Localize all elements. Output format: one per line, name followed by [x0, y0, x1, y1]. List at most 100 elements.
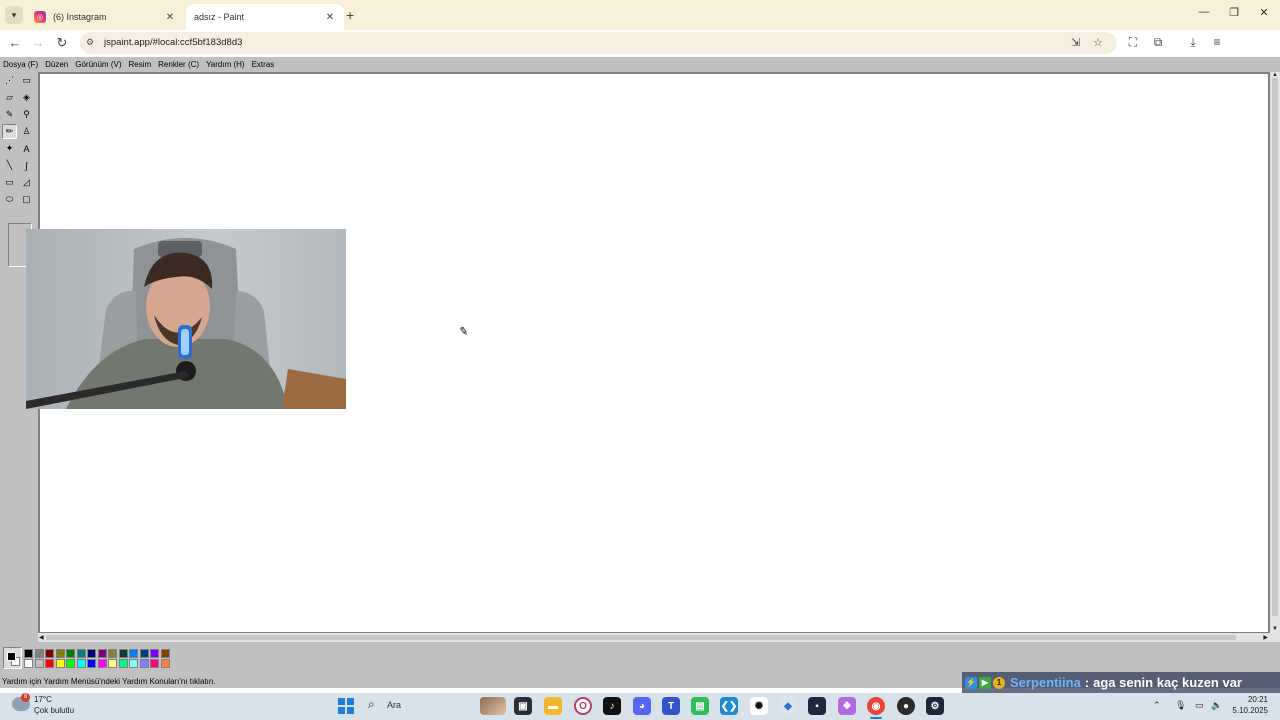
discord-icon[interactable]: ◕: [633, 697, 651, 715]
teams-icon[interactable]: T: [662, 697, 680, 715]
steam-icon[interactable]: ⚙: [926, 697, 944, 715]
install-app-icon[interactable]: ⇲: [1071, 36, 1080, 49]
chrome-icon[interactable]: ◉: [867, 697, 885, 715]
back-icon[interactable]: ←: [7, 36, 23, 50]
tab-search-chevron-icon[interactable]: ▾: [5, 6, 23, 24]
url-text[interactable]: jspaint.app/#local:ccf5bf183d8d3: [104, 37, 242, 48]
palette-color-swatch[interactable]: [76, 659, 86, 668]
taskbar-search[interactable]: Ara: [387, 700, 401, 710]
close-tab-icon[interactable]: ✕: [324, 12, 336, 23]
tool-fill-icon[interactable]: ◈: [19, 90, 34, 105]
menu-file[interactable]: Dosya (F): [3, 60, 38, 69]
chatgpt-icon[interactable]: ✺: [750, 697, 768, 715]
tool-rectangle-icon[interactable]: ▭: [2, 175, 17, 190]
palette-color-swatch[interactable]: [97, 659, 107, 668]
new-tab-button[interactable]: +: [346, 7, 354, 23]
palette-color-swatch[interactable]: [150, 649, 159, 658]
palette-color-swatch[interactable]: [108, 659, 117, 668]
terminal-icon[interactable]: ▪: [808, 697, 826, 715]
windows-start-icon[interactable]: [338, 698, 354, 714]
palette-color-swatch[interactable]: [97, 649, 107, 658]
menu-view[interactable]: Görünüm (V): [75, 60, 121, 69]
palette-color-swatch[interactable]: [118, 659, 128, 668]
palette-color-swatch[interactable]: [34, 659, 44, 668]
scroll-down-icon[interactable]: ▼: [1272, 626, 1278, 632]
restore-icon[interactable]: ❐: [1227, 6, 1241, 19]
palette-color-swatch[interactable]: [160, 659, 170, 668]
tool-pencil-icon[interactable]: ✏: [2, 124, 17, 139]
palette-color-swatch[interactable]: [139, 659, 149, 668]
search-icon[interactable]: ⌕: [368, 697, 375, 712]
cursor-app-icon[interactable]: ◆: [779, 697, 797, 715]
extensions-icon[interactable]: ⧉: [1150, 35, 1166, 50]
tool-airbrush-icon[interactable]: ✦: [2, 141, 17, 156]
reload-icon[interactable]: ↻: [54, 36, 70, 50]
vscode-icon[interactable]: ❮❯: [720, 697, 738, 715]
palette-color-swatch[interactable]: [129, 659, 138, 668]
media-icon[interactable]: ⛶: [1125, 35, 1141, 50]
tool-polygon-icon[interactable]: ◿: [19, 175, 34, 190]
clock-time[interactable]: 20:21: [1240, 695, 1268, 704]
palette-color-swatch[interactable]: [118, 649, 128, 658]
display-icon[interactable]: ▭: [1195, 700, 1204, 711]
bookmark-star-icon[interactable]: ☆: [1093, 36, 1103, 49]
close-window-icon[interactable]: ✕: [1257, 6, 1271, 19]
palette-color-swatch[interactable]: [150, 659, 159, 668]
palette-color-swatch[interactable]: [129, 649, 138, 658]
download-icon[interactable]: ⤓: [1185, 35, 1201, 50]
tool-select-icon[interactable]: ▭: [19, 73, 34, 88]
search-highlight-icon[interactable]: [480, 697, 506, 715]
file-explorer-icon[interactable]: ▬: [544, 697, 562, 715]
tool-eraser-icon[interactable]: ▱: [2, 90, 17, 105]
palette-color-swatch[interactable]: [139, 649, 149, 658]
foreground-color-swatch[interactable]: [7, 652, 16, 661]
palette-color-swatch[interactable]: [87, 659, 96, 668]
palette-color-swatch[interactable]: [160, 649, 170, 658]
clock-date[interactable]: 5.10.2025: [1226, 706, 1268, 715]
tiktok-icon[interactable]: ♪: [603, 697, 621, 715]
task-view-icon[interactable]: ▣: [514, 697, 532, 715]
palette-color-swatch[interactable]: [108, 649, 117, 658]
copilot-icon[interactable]: ❖: [838, 697, 856, 715]
palette-color-swatch[interactable]: [24, 659, 33, 668]
tool-pick-color-icon[interactable]: ✎: [2, 107, 17, 122]
tab-paint[interactable]: ✎ adsız - Paint ✕: [186, 4, 344, 73]
tray-chevron-icon[interactable]: ⌃: [1153, 700, 1161, 711]
tool-brush-icon[interactable]: ♙: [19, 124, 34, 139]
palette-color-swatch[interactable]: [34, 649, 44, 658]
palette-color-swatch[interactable]: [66, 649, 75, 658]
volume-icon[interactable]: 🔈: [1211, 700, 1222, 711]
menu-image[interactable]: Resim: [128, 60, 151, 69]
horizontal-scrollbar[interactable]: ◀ ▶: [38, 633, 1280, 642]
palette-color-swatch[interactable]: [55, 649, 65, 658]
tab-instagram[interactable]: ◎ (6) Instagram ✕: [26, 4, 184, 30]
palette-color-swatch[interactable]: [45, 659, 54, 668]
minimize-icon[interactable]: —: [1197, 6, 1211, 18]
tool-free-form-select-icon[interactable]: ⋰: [2, 73, 17, 88]
scroll-left-icon[interactable]: ◀: [39, 634, 44, 641]
menu-extras[interactable]: Extras: [252, 60, 275, 69]
reading-list-icon[interactable]: ≡: [1209, 35, 1225, 49]
vertical-scrollbar[interactable]: ▲ ▼: [1270, 72, 1280, 642]
palette-color-swatch[interactable]: [45, 649, 54, 658]
palette-color-swatch[interactable]: [66, 659, 75, 668]
weather-temp[interactable]: 17°C: [34, 695, 52, 704]
opera-icon[interactable]: O: [574, 697, 592, 715]
tool-curve-icon[interactable]: ∫: [19, 158, 34, 173]
forward-icon[interactable]: →: [30, 36, 46, 50]
palette-color-swatch[interactable]: [55, 659, 65, 668]
palette-color-swatch[interactable]: [87, 649, 96, 658]
current-colors[interactable]: [3, 647, 22, 669]
menu-help[interactable]: Yardım (H): [206, 60, 245, 69]
palette-color-swatch[interactable]: [76, 649, 86, 658]
close-tab-icon[interactable]: ✕: [164, 12, 176, 23]
horizontal-scroll-thumb[interactable]: [46, 635, 1236, 640]
notes-icon[interactable]: ▤: [691, 697, 709, 715]
palette-color-swatch[interactable]: [24, 649, 33, 658]
tool-ellipse-icon[interactable]: ⬭: [2, 192, 17, 207]
weather-desc[interactable]: Çok bulutlu: [34, 706, 74, 715]
menu-colors[interactable]: Renkler (C): [158, 60, 199, 69]
tool-line-icon[interactable]: ╲: [2, 158, 17, 173]
microphone-icon[interactable]: 🎙: [1175, 700, 1186, 711]
address-bar[interactable]: ⚙ jspaint.app/#local:ccf5bf183d8d3 ⇲ ☆: [80, 32, 1117, 54]
